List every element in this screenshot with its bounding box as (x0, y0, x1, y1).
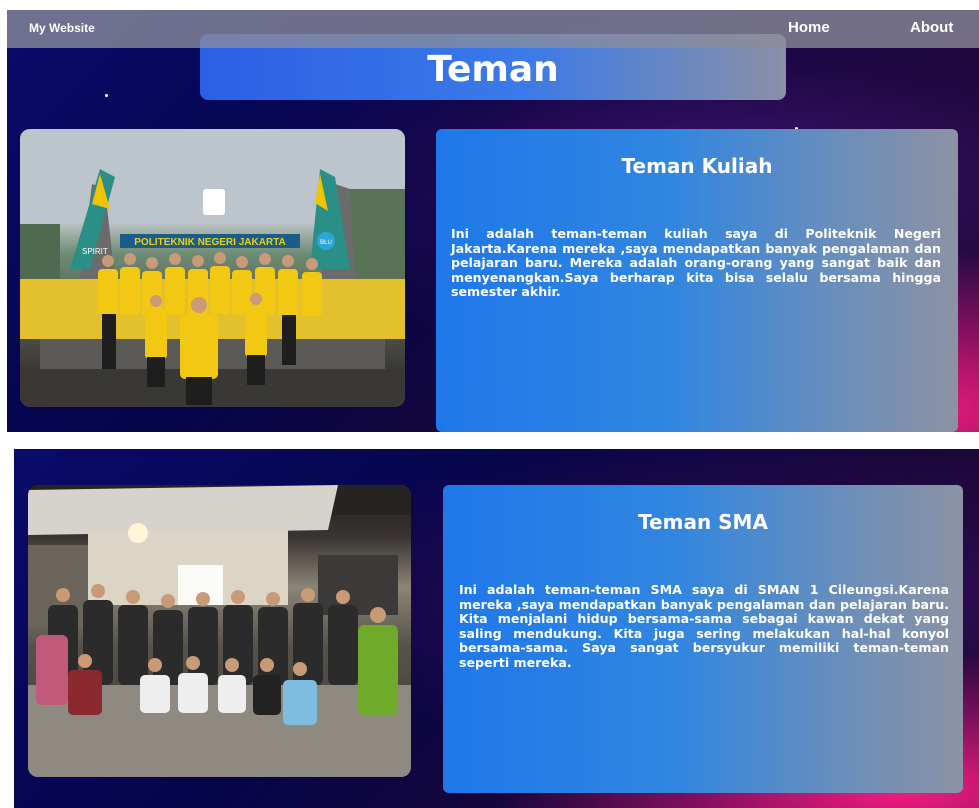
highschool-card-heading: Teman SMA (638, 510, 768, 534)
nav-link-home[interactable]: Home (788, 19, 830, 36)
site-brand[interactable]: My Website (29, 21, 95, 35)
college-friends-photo: POLITEKNIK NEGERI JAKARTA SPIRIT BLU (20, 129, 405, 407)
top-navbar: My Website Home About (7, 10, 979, 48)
star-decoration (105, 94, 108, 97)
friends-section-college: Teman POLITEKNIK NEGERI JAKARTA SPIRIT B… (7, 10, 979, 432)
college-card-heading: Teman Kuliah (621, 154, 773, 178)
highschool-card-text: Ini adalah teman-teman SMA saya di SMAN … (459, 582, 949, 670)
sign-politeknik: POLITEKNIK NEGERI JAKARTA (134, 237, 286, 248)
friends-section-highschool: Teman SMA Ini adalah teman-teman SMA say… (14, 449, 979, 808)
highschool-friends-card: Teman SMA Ini adalah teman-teman SMA say… (443, 485, 963, 793)
highschool-photo-illustration (28, 485, 411, 777)
sign-blu: BLU (320, 240, 332, 246)
sign-spirit: SPIRIT (82, 247, 108, 256)
page-title: Teman (427, 49, 559, 90)
college-photo-illustration: POLITEKNIK NEGERI JAKARTA SPIRIT BLU (20, 129, 405, 407)
college-card-text: Ini adalah teman-teman kuliah saya di Po… (451, 226, 941, 299)
nav-link-about[interactable]: About (910, 19, 953, 36)
college-friends-card: Teman Kuliah Ini adalah teman-teman kuli… (436, 129, 958, 432)
highschool-friends-photo (28, 485, 411, 777)
